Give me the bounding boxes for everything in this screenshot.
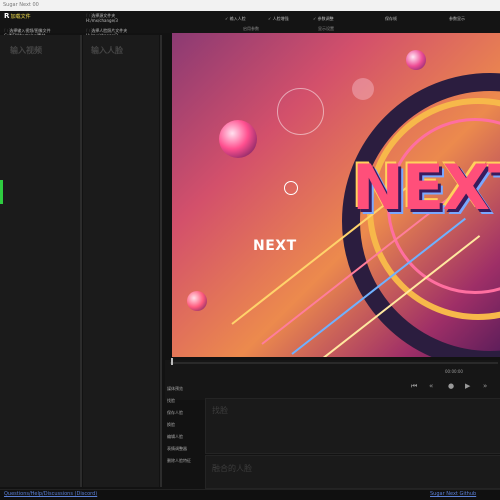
toggle-show-params[interactable]: 参数显示	[449, 16, 465, 21]
check-icon: ✓	[313, 16, 317, 21]
window-title-bar: Sugar Next 00	[0, 0, 500, 11]
playback-controls: 00:00:00 ⏮ « ● ▶ »	[165, 358, 500, 400]
decor-orb	[406, 50, 426, 70]
menu-item-delete-face-features[interactable]: 删除人脸特征	[167, 458, 191, 464]
decor-orb	[352, 78, 374, 100]
menu-item-find-face[interactable]: 找脸	[167, 398, 175, 404]
decor-ring	[284, 181, 298, 195]
sub-label-enable-params: 启用参数	[243, 26, 259, 31]
preview-image: NEXT NEXT	[172, 33, 500, 357]
load-file-button[interactable]: R 加载文件	[4, 12, 31, 20]
menu-item-media-preview[interactable]: 媒体预览	[167, 386, 183, 392]
timecode: 00:00:00	[445, 369, 463, 374]
panel-divider[interactable]	[80, 35, 82, 487]
menu-item-expression-editor[interactable]: 表情调整器	[167, 446, 187, 452]
select-source-folder-button[interactable]: 🗀 选择源文件夹 H:/mx/change/3	[86, 13, 118, 23]
rewind-icon[interactable]: «	[429, 382, 433, 390]
merged-face-label: 融合的人脸	[212, 464, 252, 473]
record-icon[interactable]: ●	[448, 382, 454, 390]
skip-start-icon[interactable]: ⏮	[411, 382, 417, 391]
menu-item-swap-face[interactable]: 换脸	[167, 422, 175, 428]
toggle-keep-frames[interactable]: 保存帧	[385, 16, 397, 21]
toggle-param-adjust[interactable]: ✓ 参数调整	[313, 16, 334, 21]
timeline-scrubber[interactable]	[170, 362, 498, 364]
scrollbar-handle[interactable]	[0, 180, 3, 204]
discord-link[interactable]: Questions/Help/Discussions (Discord)	[4, 491, 97, 497]
poster-text-small: NEXT	[253, 238, 297, 254]
toggle-face-enhance[interactable]: ✓ 人脸增强	[268, 16, 289, 21]
check-icon: ✓	[268, 16, 272, 21]
sub-label-display-settings: 显示设置	[318, 26, 334, 31]
toggle-input-face[interactable]: ✓ 输入人脸	[225, 16, 246, 21]
input-face-placeholder: 输入人脸	[91, 46, 123, 55]
panel-divider[interactable]	[160, 35, 162, 487]
input-face-panel[interactable]: 输入人脸	[83, 35, 159, 487]
poster-text-large: NEXT	[352, 151, 500, 224]
input-video-placeholder: 输入视频	[10, 46, 42, 55]
window-title: Sugar Next 00	[3, 2, 39, 8]
decor-orb	[187, 291, 207, 311]
find-face-box[interactable]: 找脸	[205, 398, 500, 454]
decor-ring	[277, 88, 324, 135]
menu-item-save-face[interactable]: 保存人脸	[167, 410, 183, 416]
github-link[interactable]: Sugar Next Github	[430, 491, 476, 497]
top-toolbar: R 加载文件 🗀 选择源文件夹 H:/mx/change/3 🗀 选择输入视频/…	[0, 11, 500, 38]
play-icon[interactable]: ▶	[465, 382, 470, 390]
decor-orb	[219, 120, 257, 158]
merged-face-box[interactable]: 融合的人脸	[205, 455, 500, 489]
fast-forward-icon[interactable]: »	[483, 382, 487, 390]
timeline-playhead[interactable]	[171, 358, 173, 365]
input-video-panel[interactable]: 输入视频	[0, 35, 80, 487]
check-icon: ✓	[225, 16, 229, 21]
load-file-icon: R	[4, 12, 10, 20]
menu-item-edit-face[interactable]: 编辑人脸	[167, 434, 183, 440]
find-face-label: 找脸	[212, 406, 228, 415]
